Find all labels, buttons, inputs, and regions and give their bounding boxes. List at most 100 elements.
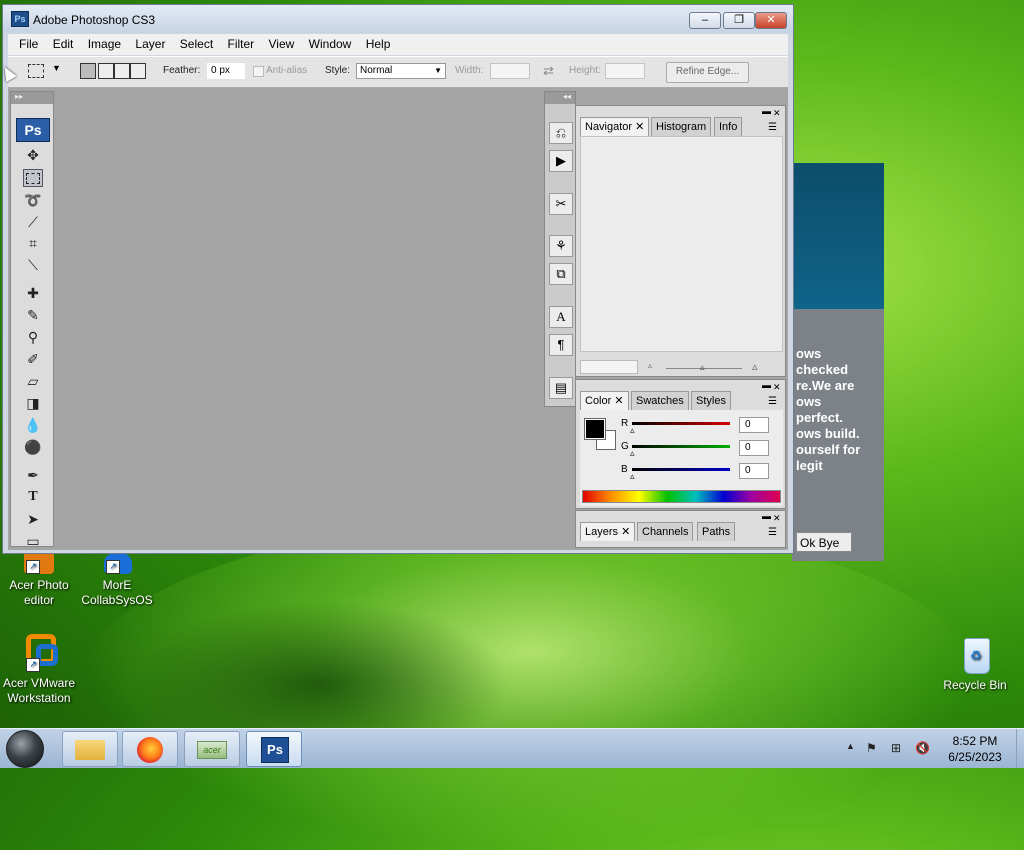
close-icon[interactable]: ✕: [635, 121, 644, 133]
menu-view[interactable]: View: [258, 34, 295, 55]
brushes-panel-icon[interactable]: ⚘: [549, 235, 573, 257]
crop-tool-icon[interactable]: ⌗: [23, 234, 43, 252]
tab-swatches[interactable]: Swatches: [631, 391, 689, 410]
tab-channels[interactable]: Channels: [637, 522, 694, 541]
zoom-out-icon[interactable]: ▵: [648, 361, 652, 370]
close-icon[interactable]: ✕: [614, 395, 623, 407]
clone-stamp-tool-icon[interactable]: ⚲: [23, 328, 43, 346]
panel-menu-icon[interactable]: ☰: [768, 527, 777, 538]
ok-bye-button[interactable]: Ok Bye: [796, 532, 852, 552]
menu-select[interactable]: Select: [169, 34, 213, 55]
tab-layers[interactable]: Layers ✕: [580, 522, 636, 541]
panel-collapse-icon[interactable]: ▬: [762, 106, 771, 116]
healing-brush-tool-icon[interactable]: ✚: [23, 284, 43, 302]
action-center-flag-icon[interactable]: ⚑: [866, 741, 877, 755]
actions-panel-icon[interactable]: ▶: [549, 150, 573, 172]
red-slider-track[interactable]: [632, 422, 730, 425]
blue-slider-track[interactable]: [632, 468, 730, 471]
rectangular-marquee-tool-icon[interactable]: [23, 169, 43, 187]
move-tool-icon[interactable]: ✥: [23, 146, 43, 164]
menu-file[interactable]: File: [8, 34, 38, 55]
blue-value-field[interactable]: 0: [739, 463, 769, 479]
desktop-icon-recycle-bin[interactable]: ♻ Recycle Bin: [935, 634, 1015, 693]
close-button[interactable]: ✕: [755, 12, 787, 29]
tab-info[interactable]: Info: [714, 117, 743, 136]
menu-edit[interactable]: Edit: [42, 34, 74, 55]
marquee-tool-preset-icon[interactable]: [28, 64, 44, 78]
green-slider-handle[interactable]: ▵: [630, 448, 635, 459]
zoom-field[interactable]: [580, 360, 638, 374]
new-selection-icon[interactable]: [80, 63, 96, 79]
zoom-in-icon[interactable]: ▵: [752, 360, 758, 373]
panel-collapse-icon[interactable]: ▬: [762, 511, 771, 521]
tab-color[interactable]: Color ✕: [580, 391, 629, 410]
menu-filter[interactable]: Filter: [217, 34, 255, 55]
green-slider-track[interactable]: [632, 445, 730, 448]
panel-menu-icon[interactable]: ☰: [768, 122, 777, 133]
desktop-icon-acer-vmware[interactable]: ↗ Acer VMware Workstation: [0, 632, 79, 706]
zoom-slider-handle[interactable]: ▵: [700, 362, 705, 373]
menu-image[interactable]: Image: [77, 34, 121, 55]
subtract-selection-icon[interactable]: [114, 63, 130, 79]
show-desktop-button[interactable]: [1016, 729, 1024, 768]
menu-window[interactable]: Window: [298, 34, 352, 55]
add-selection-icon[interactable]: [98, 63, 114, 79]
clock[interactable]: 8:52 PM 6/25/2023: [940, 733, 1010, 765]
tab-paths[interactable]: Paths: [697, 522, 736, 541]
taskbar-acer[interactable]: acer: [184, 731, 240, 767]
taskbar-photoshop[interactable]: Ps: [246, 731, 302, 767]
type-tool-icon[interactable]: T: [23, 488, 43, 506]
slice-tool-icon[interactable]: ⟍: [23, 256, 43, 274]
color-spectrum-ramp[interactable]: [582, 490, 781, 503]
pen-tool-icon[interactable]: ✒: [23, 466, 43, 484]
close-icon[interactable]: ✕: [621, 526, 630, 538]
menu-layer[interactable]: Layer: [124, 34, 165, 55]
panel-collapse-icon[interactable]: ▬: [762, 380, 771, 390]
character-panel-icon[interactable]: A: [549, 306, 573, 328]
layer-comps-icon[interactable]: ▤: [549, 377, 573, 399]
green-value-field[interactable]: 0: [739, 440, 769, 456]
height-input[interactable]: [605, 63, 645, 79]
clone-source-icon[interactable]: ⧉: [549, 263, 573, 285]
antialias-checkbox[interactable]: [253, 66, 264, 77]
chevron-down-icon[interactable]: ▼: [52, 63, 61, 73]
paragraph-panel-icon[interactable]: ¶: [549, 334, 573, 356]
desktop-icon-more-collabsysos[interactable]: ↗ MorE CollabSysOS: [77, 552, 157, 608]
tab-styles[interactable]: Styles: [691, 391, 731, 410]
rectangle-shape-tool-icon[interactable]: ▭: [23, 532, 43, 550]
style-select[interactable]: Normal ▼: [356, 63, 446, 79]
panel-menu-icon[interactable]: ☰: [768, 396, 777, 407]
refine-edge-button[interactable]: Refine Edge...: [666, 62, 749, 83]
toolbox-header[interactable]: ▸▸: [11, 92, 53, 104]
show-hidden-icons-icon[interactable]: ▲: [846, 741, 855, 751]
dodge-tool-icon[interactable]: ⚫: [23, 438, 43, 456]
magic-wand-tool-icon[interactable]: ⟋: [23, 213, 43, 231]
volume-muted-icon[interactable]: 🔇: [915, 741, 930, 755]
history-brush-tool-icon[interactable]: ✐: [23, 350, 43, 368]
taskbar-firefox[interactable]: [122, 731, 178, 767]
feather-input[interactable]: 0 px: [207, 63, 245, 79]
swap-icon[interactable]: ⇄: [543, 63, 554, 79]
history-panel-icon[interactable]: ⎌: [549, 122, 573, 144]
title-bar[interactable]: Ps Adobe Photoshop CS3 – ❐ ✕: [3, 5, 793, 33]
red-value-field[interactable]: 0: [739, 417, 769, 433]
eraser-tool-icon[interactable]: ▱: [23, 372, 43, 390]
path-selection-tool-icon[interactable]: ➤: [23, 510, 43, 528]
gradient-tool-icon[interactable]: ◨: [23, 394, 43, 412]
foreground-color-swatch[interactable]: [584, 418, 606, 440]
network-icon[interactable]: ⊞: [891, 741, 901, 755]
dock-header[interactable]: ◂◂: [545, 92, 575, 104]
taskbar-file-explorer[interactable]: [62, 731, 118, 767]
tool-presets-icon[interactable]: ✂: [549, 193, 573, 215]
minimize-button[interactable]: –: [689, 12, 721, 29]
tab-histogram[interactable]: Histogram: [651, 117, 712, 136]
red-slider-handle[interactable]: ▵: [630, 425, 635, 436]
intersect-selection-icon[interactable]: [130, 63, 146, 79]
tab-navigator[interactable]: Navigator ✕: [580, 117, 650, 136]
blue-slider-handle[interactable]: ▵: [630, 471, 635, 482]
photoshop-logo-icon[interactable]: Ps: [16, 118, 50, 142]
start-button[interactable]: [6, 730, 44, 768]
brush-tool-icon[interactable]: ✎: [23, 306, 43, 324]
restore-button[interactable]: ❐: [723, 12, 755, 29]
width-input[interactable]: [490, 63, 530, 79]
